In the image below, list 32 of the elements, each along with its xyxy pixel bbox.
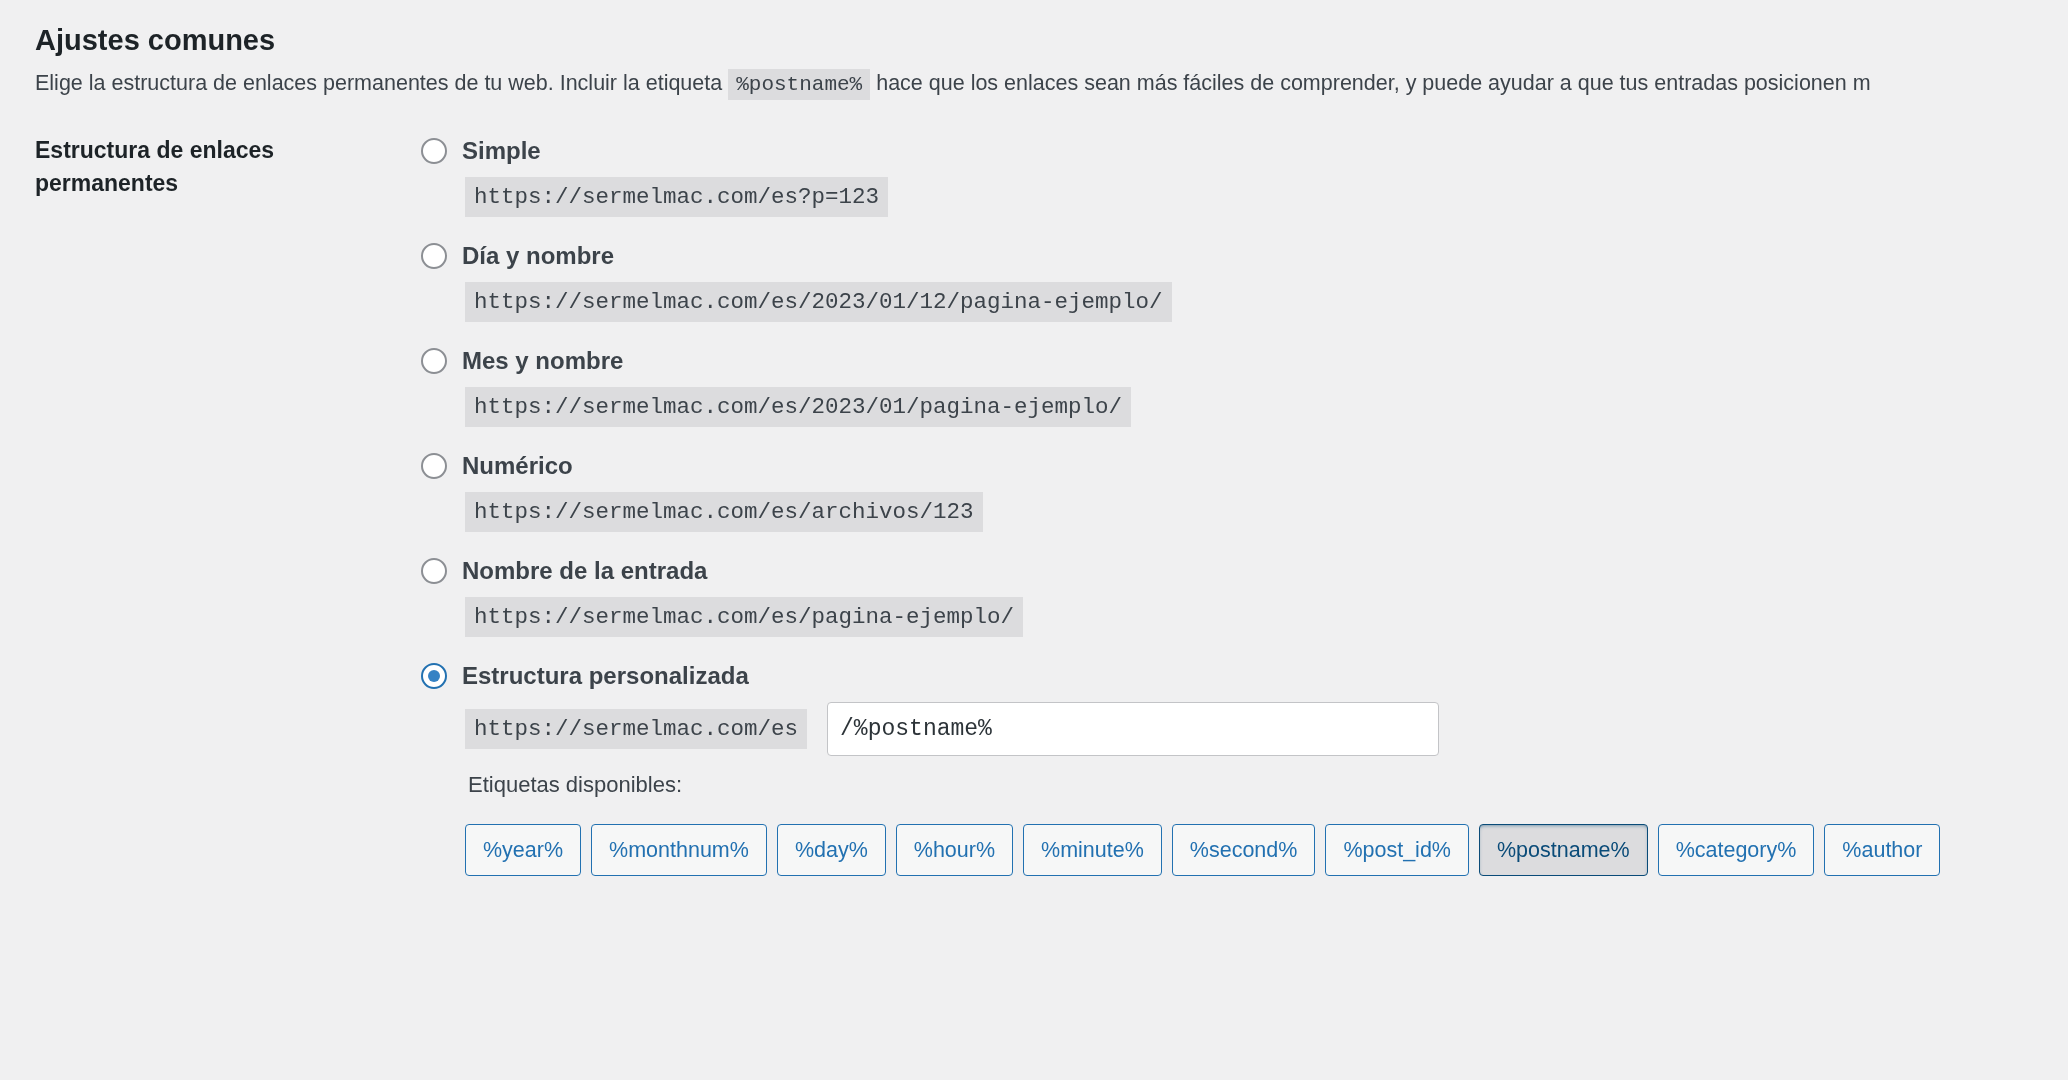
tag-button[interactable]: %year% [465, 824, 582, 876]
tag-button[interactable]: %monthnum% [591, 824, 767, 876]
url-example: https://sermelmac.com/es/archivos/123 [465, 492, 983, 532]
tags-label: Etiquetas disponibles: [467, 772, 684, 798]
option-label[interactable]: Simple [462, 137, 541, 165]
option-label[interactable]: Mes y nombre [462, 347, 624, 375]
section-title: Ajustes comunes [35, 24, 277, 57]
tag-button[interactable]: %postname% [1479, 824, 1648, 876]
custom-structure-field[interactable]: /%postname% [827, 702, 1440, 756]
tag-button[interactable]: %minute% [1023, 824, 1162, 876]
option-label[interactable]: Numérico [462, 452, 573, 480]
url-prefix: https://sermelmac.com/es [465, 709, 808, 749]
tag-button[interactable]: %category% [1657, 824, 1815, 876]
radio-button[interactable] [421, 138, 447, 164]
tag-button[interactable]: %author [1824, 824, 1941, 876]
radio-button[interactable] [421, 558, 447, 584]
url-example: https://sermelmac.com/es/2023/01/12/pagina-ejemplo/ [465, 282, 1172, 322]
radio-button[interactable] [421, 663, 447, 689]
radio-button[interactable] [421, 453, 447, 479]
tag-button[interactable]: %day% [776, 824, 886, 876]
tag-button[interactable]: %post_id% [1325, 824, 1469, 876]
tag-button[interactable]: %second% [1171, 824, 1316, 876]
option-label[interactable]: Estructura personalizada [462, 662, 749, 690]
radio-button[interactable] [421, 243, 447, 269]
url-example: https://sermelmac.com/es/pagina-ejemplo/ [465, 597, 1024, 637]
url-example: https://sermelmac.com/es/2023/01/pagina-ejemplo/ [465, 387, 1132, 427]
tag-button[interactable]: %hour% [895, 824, 1014, 876]
option-label[interactable]: Nombre de la entrada [462, 557, 708, 585]
field-label: Estructura de enlaces permanentes [35, 136, 276, 199]
url-example: https://sermelmac.com/es?p=123 [465, 177, 889, 217]
radio-button[interactable] [421, 348, 447, 374]
option-label[interactable]: Día y nombre [462, 242, 615, 270]
